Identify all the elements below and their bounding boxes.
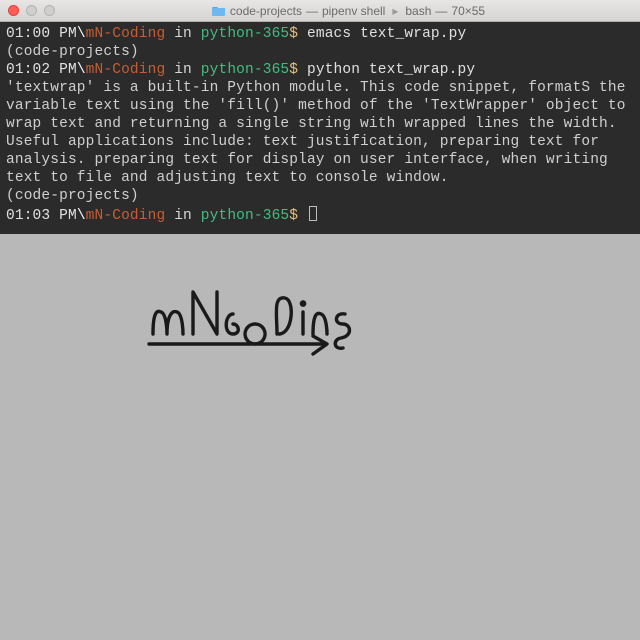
chevron-right-icon: ▸ — [392, 4, 398, 18]
prompt-env: python-365 — [201, 62, 290, 78]
window-titlebar: code-projects — pipenv shell ▸ bash — 70… — [0, 0, 640, 22]
prompt-slash: \ — [77, 208, 86, 224]
prompt-time: 01:03 PM — [6, 208, 77, 224]
window-title: code-projects — pipenv shell ▸ bash — 70… — [65, 4, 632, 18]
prompt-time: 01:00 PM — [6, 26, 77, 42]
prompt-in: in — [174, 208, 192, 224]
prompt-user: mN-Coding — [86, 62, 166, 78]
title-dimensions: 70×55 — [451, 4, 485, 18]
prompt-dollar: $ — [289, 208, 298, 224]
title-dash2: — — [435, 4, 447, 18]
prompt-command: emacs text_wrap.py — [307, 26, 466, 42]
terminal-pane[interactable]: 01:00 PM\mN-Coding in python-365$ emacs … — [0, 22, 640, 234]
prompt-env: python-365 — [201, 26, 290, 42]
title-folder: code-projects — [230, 4, 302, 18]
prompt-time: 01:02 PM — [6, 62, 77, 78]
prompt-command: python text_wrap.py — [307, 62, 475, 78]
prompt-env: python-365 — [201, 208, 290, 224]
prompt-dollar: $ — [289, 62, 298, 78]
venv-line: (code-projects) — [6, 44, 139, 60]
prompt-slash: \ — [77, 62, 86, 78]
zoom-window-button[interactable] — [44, 5, 55, 16]
title-dash: — — [306, 4, 318, 18]
traffic-lights — [8, 5, 55, 16]
folder-icon — [212, 5, 226, 16]
venv-line: (code-projects) — [6, 188, 139, 204]
minimize-window-button[interactable] — [26, 5, 37, 16]
prompt-in: in — [174, 26, 192, 42]
prompt-in: in — [174, 62, 192, 78]
prompt-user: mN-Coding — [86, 26, 166, 42]
title-shell: bash — [405, 4, 431, 18]
close-window-button[interactable] — [8, 5, 19, 16]
desktop-background — [0, 234, 640, 614]
mncoding-logo — [145, 284, 365, 374]
prompt-dollar: $ — [289, 26, 298, 42]
program-output: 'textwrap' is a built-in Python module. … — [6, 80, 634, 186]
prompt-user: mN-Coding — [86, 208, 166, 224]
prompt-slash: \ — [77, 26, 86, 42]
title-process: pipenv shell — [322, 4, 385, 18]
terminal-cursor — [309, 206, 317, 221]
